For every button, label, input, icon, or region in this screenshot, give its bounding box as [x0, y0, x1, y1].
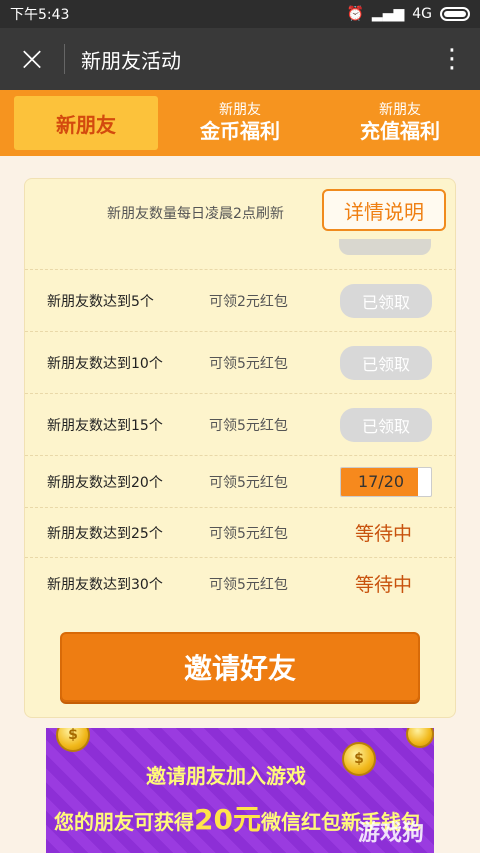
invite-friends-button[interactable]: 邀请好友	[60, 632, 420, 702]
coin-icon: $	[56, 728, 90, 752]
promo-banner[interactable]: $ $ 邀请朋友加入游戏 您的朋友可获得20元微信红包新手钱包 游戏狗	[46, 728, 434, 853]
tab-recharge-welfare-label: 充值福利	[360, 119, 440, 143]
signal-icon: ▂▄▆	[371, 6, 405, 22]
more-menu-icon[interactable]: ⋮	[424, 28, 480, 90]
banner-subline-prefix: 您的朋友可获得	[54, 810, 194, 834]
progress-text: 17/20	[357, 472, 405, 491]
reward-condition: 新朋友数达到30个	[47, 576, 163, 593]
status-icons: ⏰ ▂▄▆ 4G	[346, 6, 470, 22]
progress-bar: 17/20	[340, 466, 432, 497]
network-type: 4G	[412, 6, 432, 22]
tab-new-friends[interactable]: 新朋友	[0, 90, 160, 156]
tab-bar: 新朋友 新朋友 金币福利 新朋友 充值福利	[0, 90, 480, 156]
claimed-button[interactable]: 已领取	[340, 407, 432, 442]
status-bar: 下午5:43 ⏰ ▂▄▆ 4G	[0, 0, 480, 28]
waiting-status: 等待中	[355, 523, 413, 545]
tab-new-friends-label: 新朋友	[14, 96, 158, 150]
battery-icon	[440, 7, 470, 21]
reward-row: 新朋友数达到15个 可领5元红包 已领取	[25, 393, 455, 455]
app-bar: × 新朋友活动 ⋮	[0, 28, 480, 90]
tab-recharge-welfare[interactable]: 新朋友 充值福利	[320, 90, 480, 156]
tab-coin-welfare-sub: 新朋友	[219, 102, 261, 118]
refresh-note: 新朋友数量每日凌晨2点刷新	[107, 206, 284, 222]
coin-icon	[406, 728, 434, 748]
reward-amount: 可领5元红包	[209, 525, 288, 542]
reward-amount: 可领5元红包	[209, 576, 288, 593]
banner-amount: 20元	[194, 803, 261, 836]
banner-headline: 邀请朋友加入游戏	[146, 764, 306, 788]
tab-recharge-welfare-sub: 新朋友	[379, 102, 421, 118]
tab-coin-welfare[interactable]: 新朋友 金币福利	[160, 90, 320, 156]
detail-button[interactable]: 详情说明	[322, 189, 446, 231]
close-icon[interactable]: ×	[0, 28, 64, 90]
reward-row: 新朋友数达到30个 可领5元红包 等待中	[25, 557, 455, 609]
reward-amount: 可领2元红包	[209, 293, 288, 310]
reward-condition: 新朋友数达到5个	[47, 293, 154, 310]
status-time: 下午5:43	[10, 7, 70, 23]
watermark-logo: 游戏狗	[357, 821, 424, 846]
reward-row: 新朋友数达到25个 可领5元红包 等待中	[25, 507, 455, 557]
reward-amount: 可领5元红包	[209, 474, 288, 491]
page-title: 新朋友活动	[81, 48, 181, 73]
coin-icon: $	[342, 742, 376, 776]
claimed-button[interactable]: 已领取	[340, 283, 432, 318]
reward-condition: 新朋友数达到20个	[47, 474, 163, 491]
reward-condition: 新朋友数达到25个	[47, 525, 163, 542]
card-header: 新朋友数量每日凌晨2点刷新 详情说明	[25, 179, 455, 247]
reward-list: 新朋友数达到5个 可领2元红包 已领取 新朋友数达到10个 可领5元红包 已领取…	[25, 269, 455, 609]
reward-amount: 可领5元红包	[209, 355, 288, 372]
waiting-status: 等待中	[355, 574, 413, 596]
alarm-icon: ⏰	[346, 6, 364, 22]
scrolled-row-edge	[339, 239, 431, 255]
reward-row: 新朋友数达到5个 可领2元红包 已领取	[25, 269, 455, 331]
claimed-button[interactable]: 已领取	[340, 345, 432, 380]
tab-coin-welfare-label: 金币福利	[200, 119, 280, 143]
reward-row: 新朋友数达到20个 可领5元红包 17/20	[25, 455, 455, 507]
reward-condition: 新朋友数达到15个	[47, 417, 163, 434]
reward-row: 新朋友数达到10个 可领5元红包 已领取	[25, 331, 455, 393]
reward-condition: 新朋友数达到10个	[47, 355, 163, 372]
reward-amount: 可领5元红包	[209, 417, 288, 434]
